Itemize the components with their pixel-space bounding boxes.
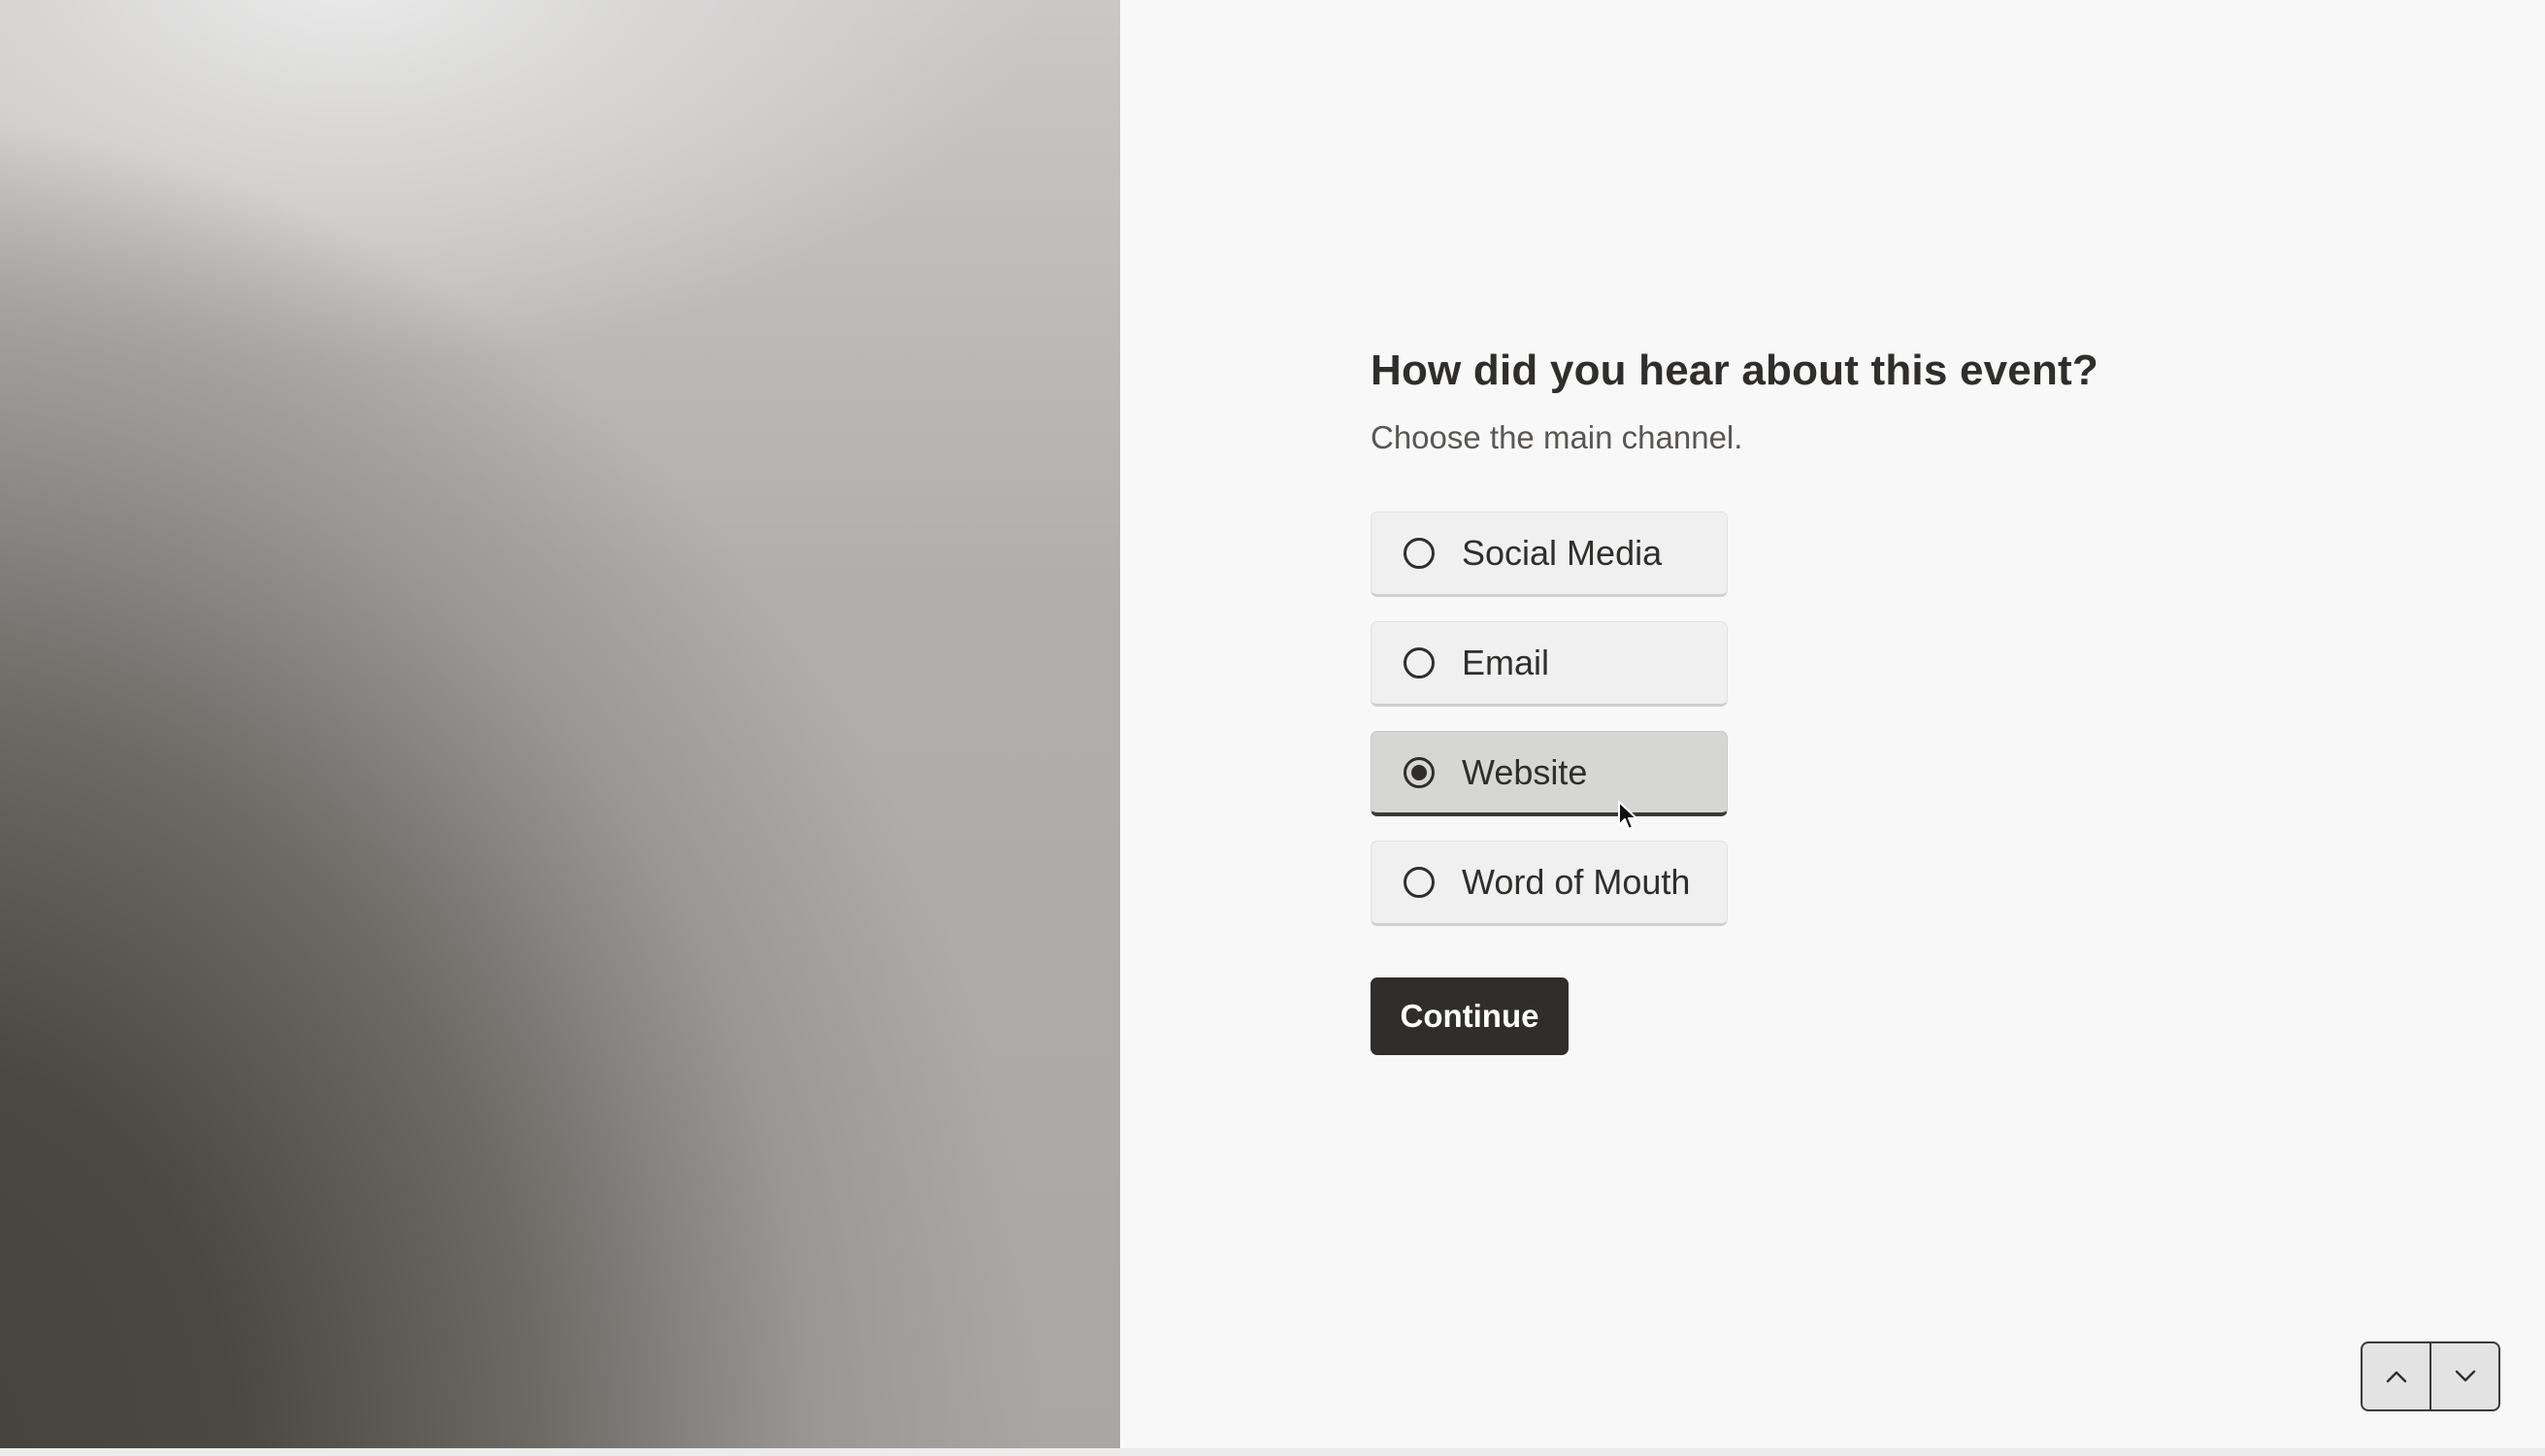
continue-button[interactable]: Continue xyxy=(1371,977,1569,1055)
radio-unchecked-icon xyxy=(1404,867,1435,898)
question-hint: Choose the main channel. xyxy=(1371,419,1743,455)
radio-unchecked-icon xyxy=(1404,538,1435,569)
bottom-divider xyxy=(0,1448,2545,1456)
option-email[interactable]: Email xyxy=(1371,621,1728,707)
previous-question-button[interactable] xyxy=(2363,1343,2429,1409)
radio-unchecked-icon xyxy=(1404,647,1435,678)
next-question-button[interactable] xyxy=(2429,1343,2498,1409)
option-word-of-mouth[interactable]: Word of Mouth xyxy=(1371,841,1728,926)
option-social-media[interactable]: Social Media xyxy=(1371,512,1728,597)
option-website[interactable]: Website xyxy=(1371,731,1728,816)
option-label: Social Media xyxy=(1462,533,1663,573)
question-form: How did you hear about this event? Choos… xyxy=(1371,345,2244,1055)
radio-checked-icon xyxy=(1404,756,1435,788)
question-navigation xyxy=(2361,1341,2500,1411)
options-list: Social Media Email Website Word of Mouth xyxy=(1371,512,2244,926)
option-label: Email xyxy=(1462,643,1550,682)
option-label: Website xyxy=(1462,751,1588,792)
radio-dot xyxy=(1411,764,1427,780)
question-title: How did you hear about this event? xyxy=(1371,347,2099,394)
form-page: How did you hear about this event? Choos… xyxy=(0,0,2545,1456)
chevron-down-icon xyxy=(2455,1370,2475,1382)
gradient-background-image xyxy=(0,0,1120,1448)
option-label: Word of Mouth xyxy=(1462,862,1691,902)
chevron-up-icon xyxy=(2386,1371,2406,1383)
